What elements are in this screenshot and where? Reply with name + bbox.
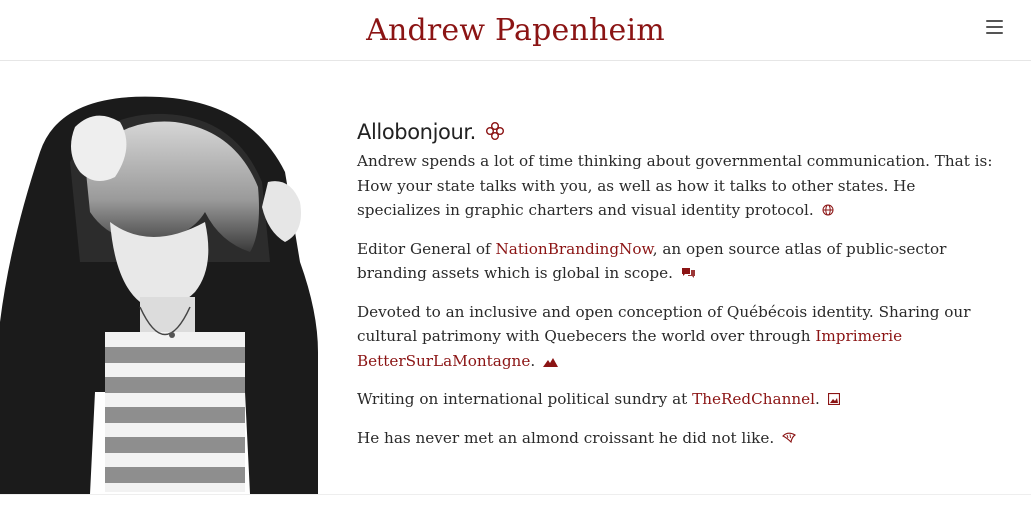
site-header: Andrew Papenheim [0,0,1031,61]
profile-photo [0,92,318,494]
bio-paragraph-4: Writing on international political sundr… [357,387,997,412]
bio-paragraph-5-text: He has never met an almond croissant he … [357,428,775,447]
theredchannel-link[interactable]: TheRedChannel [692,390,815,408]
hamburger-menu-icon[interactable] [986,20,1003,35]
globe-icon [822,204,834,216]
bio-paragraph-1: Andrew spends a lot of time thinking abo… [357,149,997,223]
bio-paragraph-5: He has never met an almond croissant he … [357,426,997,451]
croissant-icon [782,432,796,443]
bio-paragraph-4-before: Writing on international political sundr… [357,390,693,408]
nationbrandingnow-link[interactable]: NationBrandingNow [495,240,652,258]
fleur-de-lis-icon [486,122,505,140]
site-title[interactable]: Andrew Papenheim [0,13,1031,49]
bio-paragraph-3: Devoted to an inclusive and open concept… [357,300,997,374]
greeting-heading: Allobonjour. [357,118,997,146]
footer-divider [0,494,1031,495]
speech-bubbles-icon [681,268,695,278]
greeting-text: Allobonjour. [357,120,476,144]
bio-paragraph-1-text: Andrew spends a lot of time thinking abo… [357,152,993,219]
bio-content: Allobonjour. Andrew spends a lot of time… [357,118,997,464]
bio-paragraph-4-after: . [814,390,820,408]
mountain-icon [542,357,558,367]
bio-paragraph-2: Editor General of NationBrandingNow, an … [357,237,997,286]
bio-paragraph-3-after: . [530,351,536,370]
bio-paragraph-2-before: Editor General of [357,239,496,258]
image-frame-icon [827,393,840,405]
